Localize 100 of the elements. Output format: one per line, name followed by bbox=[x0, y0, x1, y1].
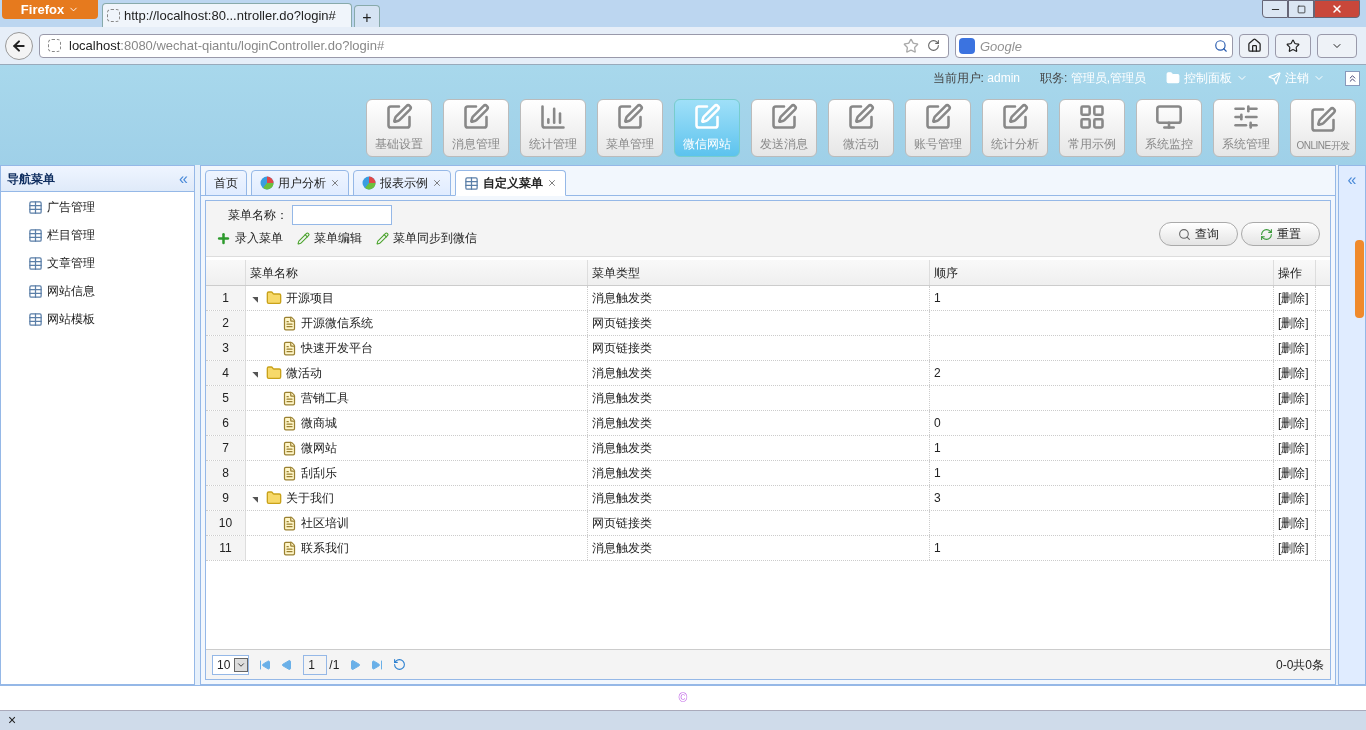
query-button[interactable]: 查询 bbox=[1159, 222, 1238, 246]
reset-button[interactable]: 重置 bbox=[1241, 222, 1320, 246]
close-tab-icon[interactable] bbox=[330, 178, 340, 188]
row-number: 6 bbox=[206, 411, 246, 435]
sidebar-item[interactable]: 文章管理 bbox=[28, 252, 194, 274]
document-icon bbox=[282, 440, 297, 456]
delete-link[interactable]: [删除] bbox=[1278, 364, 1309, 382]
row-number: 9 bbox=[206, 486, 246, 510]
addon-button[interactable] bbox=[1317, 33, 1357, 58]
menu-name-cell-text: 联系我们 bbox=[301, 540, 349, 557]
delete-link[interactable]: [删除] bbox=[1278, 514, 1309, 532]
row-number: 11 bbox=[206, 536, 246, 560]
sidebar-item[interactable]: 广告管理 bbox=[28, 196, 194, 218]
search-field[interactable]: Google bbox=[955, 34, 1233, 58]
delete-link[interactable]: [删除] bbox=[1278, 439, 1309, 457]
scrollbar-thumb[interactable] bbox=[1354, 240, 1364, 318]
bookmarks-button[interactable] bbox=[1275, 33, 1311, 58]
search-icon[interactable] bbox=[1214, 38, 1228, 53]
next-page-icon[interactable] bbox=[349, 658, 362, 671]
star-icon bbox=[1286, 38, 1300, 53]
page-size-select[interactable]: 10 bbox=[212, 654, 250, 675]
sidebar-item[interactable]: 栏目管理 bbox=[28, 224, 194, 246]
refresh-icon[interactable] bbox=[393, 658, 407, 671]
menu-name-cell-text: 开源微信系统 bbox=[301, 315, 373, 332]
table-icon bbox=[28, 311, 43, 327]
pen-square-icon bbox=[770, 103, 798, 131]
column-header[interactable]: 菜单类型 bbox=[588, 260, 930, 285]
sidebar-item[interactable]: 网站信息 bbox=[28, 280, 194, 302]
pen-square-icon bbox=[924, 103, 952, 131]
home-button[interactable] bbox=[1239, 33, 1269, 58]
menu-type-cell: 网页链接类 bbox=[588, 511, 930, 535]
row-number: 2 bbox=[206, 311, 246, 335]
pen-square-icon bbox=[847, 103, 875, 131]
close-button[interactable] bbox=[1314, 0, 1360, 18]
current-user-text: 当前用户: admin bbox=[932, 70, 1020, 87]
delete-link[interactable]: [删除] bbox=[1278, 389, 1309, 407]
browser-tab[interactable]: http://localhost:80...ntroller.do?login# bbox=[102, 3, 352, 27]
row-number: 1 bbox=[206, 286, 246, 310]
menu-type-cell: 网页链接类 bbox=[588, 311, 930, 335]
column-header[interactable]: 操作 bbox=[1274, 260, 1316, 285]
last-page-icon[interactable] bbox=[371, 658, 384, 671]
new-tab-button[interactable]: + bbox=[354, 5, 380, 27]
search-icon bbox=[1178, 227, 1191, 241]
menu-name-cell-text: 关于我们 bbox=[286, 490, 334, 507]
reload-icon[interactable] bbox=[927, 39, 940, 52]
document-icon bbox=[282, 315, 297, 331]
sidebar-item[interactable]: 网站模板 bbox=[28, 308, 194, 330]
menu-name-label: 菜单名称： bbox=[228, 207, 288, 224]
delete-link[interactable]: [删除] bbox=[1278, 314, 1309, 332]
content-tab[interactable]: 报表示例 bbox=[353, 170, 451, 196]
previous-page-icon[interactable] bbox=[281, 658, 294, 671]
folder-icon bbox=[266, 290, 282, 306]
star-icon[interactable] bbox=[903, 37, 919, 54]
address-field[interactable]: localhost:8080/wechat-qiantu/loginController.do?login# bbox=[39, 33, 949, 58]
url-text: localhost:8080/wechat-qiantu/loginController.do?login# bbox=[69, 36, 385, 55]
minimize-button[interactable] bbox=[1262, 0, 1288, 18]
menu-type-cell: 消息触发类 bbox=[588, 461, 930, 485]
delete-link[interactable]: [删除] bbox=[1278, 414, 1309, 432]
close-tab-icon[interactable] bbox=[547, 178, 557, 188]
first-page-icon[interactable] bbox=[259, 658, 272, 671]
menu-name-field[interactable] bbox=[292, 205, 392, 225]
document-icon bbox=[282, 340, 297, 356]
close-tab-icon[interactable] bbox=[432, 178, 442, 188]
order-cell-text: 1 bbox=[934, 465, 941, 482]
add-menu-button[interactable]: 录入菜单 bbox=[216, 229, 283, 247]
restore-button[interactable] bbox=[1288, 0, 1314, 18]
document-icon bbox=[282, 515, 297, 531]
delete-link[interactable]: [删除] bbox=[1278, 539, 1309, 557]
delete-link[interactable]: [删除] bbox=[1278, 489, 1309, 507]
delete-link[interactable]: [删除] bbox=[1278, 289, 1309, 307]
page-number-field[interactable]: 1 bbox=[303, 654, 328, 675]
delete-link[interactable]: [删除] bbox=[1278, 339, 1309, 357]
table-icon bbox=[464, 175, 479, 191]
pen-square-icon bbox=[385, 103, 413, 131]
close-status-bar-button[interactable]: × bbox=[8, 710, 17, 730]
delete-link[interactable]: [删除] bbox=[1278, 464, 1309, 482]
page-icon bbox=[48, 39, 61, 52]
plus-icon bbox=[216, 230, 231, 246]
back-button[interactable] bbox=[5, 31, 33, 60]
menu-name-cell-text: 微网站 bbox=[301, 440, 337, 457]
monitor-icon bbox=[1155, 103, 1183, 131]
table-icon bbox=[28, 255, 43, 271]
menu-type-cell: 消息触发类 bbox=[588, 486, 930, 510]
edit-menu-button[interactable]: 菜单编辑 bbox=[297, 229, 362, 247]
row-number: 7 bbox=[206, 436, 246, 460]
pie-chart-icon bbox=[260, 176, 274, 190]
page-icon bbox=[107, 9, 120, 22]
refresh-icon bbox=[1260, 227, 1273, 241]
content-tab[interactable]: 自定义菜单 bbox=[455, 170, 566, 196]
collapse-header-button[interactable] bbox=[1345, 70, 1360, 86]
document-icon bbox=[282, 465, 297, 481]
column-header[interactable]: 菜单名称 bbox=[246, 260, 588, 285]
document-icon bbox=[282, 540, 297, 556]
column-header[interactable]: 顺序 bbox=[930, 260, 1274, 285]
content-tab[interactable]: 首页 bbox=[205, 170, 247, 196]
content-tab[interactable]: 用户分析 bbox=[251, 170, 349, 196]
order-cell-text: 3 bbox=[934, 490, 941, 507]
pen-square-icon bbox=[1001, 103, 1029, 131]
edit-menu-button[interactable]: 菜单同步到微信 bbox=[376, 229, 477, 247]
order-cell-text: 0 bbox=[934, 415, 941, 432]
